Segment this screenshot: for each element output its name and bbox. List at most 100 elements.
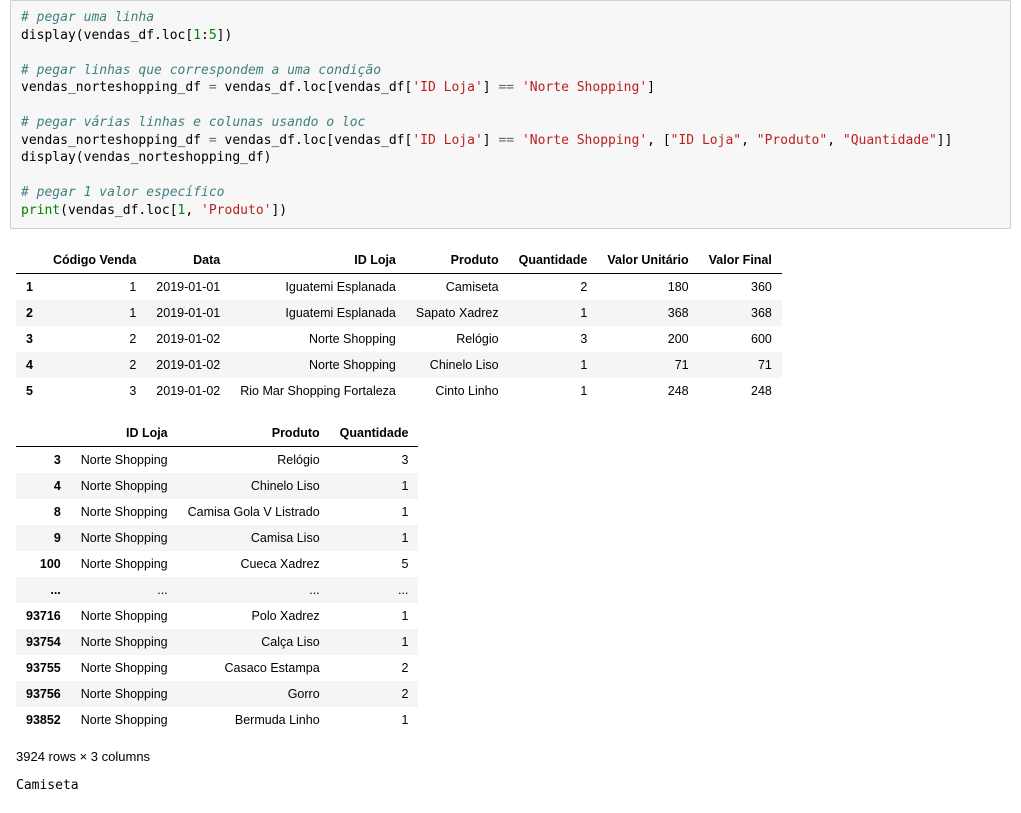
col-header: Valor Unitário xyxy=(597,247,698,274)
code-text: , xyxy=(827,133,843,148)
table-row: 422019-01-02Norte ShoppingChinelo Liso17… xyxy=(16,352,782,378)
row-index: ... xyxy=(16,577,71,603)
cell: 1 xyxy=(509,300,598,326)
table-row: 93755Norte ShoppingCasaco Estampa2 xyxy=(16,655,418,681)
code-string: 'Produto' xyxy=(201,203,271,218)
row-index: 93852 xyxy=(16,707,71,733)
code-string: "Produto" xyxy=(757,133,827,148)
cell: Norte Shopping xyxy=(71,499,178,525)
cell: 3 xyxy=(330,446,419,473)
row-index: 3 xyxy=(16,326,43,352)
row-index: 9 xyxy=(16,525,71,551)
cell: 2019-01-01 xyxy=(146,300,230,326)
cell: 1 xyxy=(43,273,146,300)
cell: 1 xyxy=(43,300,146,326)
cell: Gorro xyxy=(178,681,330,707)
table-row: 112019-01-01Iguatemi EsplanadaCamiseta21… xyxy=(16,273,782,300)
table-header-row: ID Loja Produto Quantidade xyxy=(16,420,418,447)
cell: 3 xyxy=(509,326,598,352)
cell: Sapato Xadrez xyxy=(406,300,509,326)
code-number: 1 xyxy=(193,28,201,43)
cell: 2019-01-02 xyxy=(146,378,230,404)
table-row: 93754Norte ShoppingCalça Liso1 xyxy=(16,629,418,655)
col-header: Produto xyxy=(178,420,330,447)
col-header: Valor Final xyxy=(699,247,782,274)
cell: 3 xyxy=(43,378,146,404)
cell: 2 xyxy=(330,681,419,707)
cell: 2019-01-02 xyxy=(146,352,230,378)
cell: ... xyxy=(71,577,178,603)
cell: Bermuda Linho xyxy=(178,707,330,733)
col-header: Data xyxy=(146,247,230,274)
code-number: 5 xyxy=(209,28,217,43)
cell: Norte Shopping xyxy=(71,655,178,681)
cell: 1 xyxy=(330,603,419,629)
cell: 1 xyxy=(330,499,419,525)
code-text: , xyxy=(185,203,201,218)
cell: 71 xyxy=(597,352,698,378)
index-header-blank xyxy=(16,420,71,447)
cell: Norte Shopping xyxy=(71,681,178,707)
row-index: 93756 xyxy=(16,681,71,707)
cell: 180 xyxy=(597,273,698,300)
cell: 2 xyxy=(43,352,146,378)
table-row: 93716Norte ShoppingPolo Xadrez1 xyxy=(16,603,418,629)
code-text: ]] xyxy=(937,133,953,148)
cell: ... xyxy=(178,577,330,603)
cell: 2019-01-02 xyxy=(146,326,230,352)
code-text: (vendas_df.loc[ xyxy=(60,203,177,218)
cell: 1 xyxy=(509,352,598,378)
cell: 600 xyxy=(699,326,782,352)
col-header: Código Venda xyxy=(43,247,146,274)
code-text: vendas_df.loc[vendas_df[ xyxy=(217,80,413,95)
cell: 368 xyxy=(597,300,698,326)
cell: Norte Shopping xyxy=(71,629,178,655)
code-string: "Quantidade" xyxy=(843,133,937,148)
table-row: 212019-01-01Iguatemi EsplanadaSapato Xad… xyxy=(16,300,782,326)
table-row: 93852Norte ShoppingBermuda Linho1 xyxy=(16,707,418,733)
code-text: ] xyxy=(483,80,499,95)
row-index: 93755 xyxy=(16,655,71,681)
index-header-blank xyxy=(16,247,43,274)
cell: 2 xyxy=(330,655,419,681)
table-row: 3Norte ShoppingRelógio3 xyxy=(16,446,418,473)
code-text xyxy=(514,80,522,95)
output-table-2: ID Loja Produto Quantidade 3 Norte Shoppi… xyxy=(16,420,418,733)
cell: Chinelo Liso xyxy=(178,473,330,499)
row-index: 1 xyxy=(16,273,43,300)
row-index: 8 xyxy=(16,499,71,525)
table-row: 8Norte ShoppingCamisa Gola V Listrado1 xyxy=(16,499,418,525)
row-index: 93716 xyxy=(16,603,71,629)
cell: Camisa Liso xyxy=(178,525,330,551)
code-text: : xyxy=(201,28,209,43)
code-text: ]) xyxy=(271,203,287,218)
cell: Norte Shopping xyxy=(230,326,406,352)
row-index: 2 xyxy=(16,300,43,326)
cell: ... xyxy=(330,577,419,603)
cell: Norte Shopping xyxy=(71,473,178,499)
cell: 71 xyxy=(699,352,782,378)
code-text: ]) xyxy=(217,28,233,43)
table-row: 93756Norte ShoppingGorro2 xyxy=(16,681,418,707)
row-index: 100 xyxy=(16,551,71,577)
code-string: 'Norte Shopping' xyxy=(522,133,647,148)
cell: Norte Shopping xyxy=(71,446,178,473)
cell: Chinelo Liso xyxy=(406,352,509,378)
cell: 1 xyxy=(330,525,419,551)
cell: Norte Shopping xyxy=(71,525,178,551)
cell: 2 xyxy=(509,273,598,300)
row-index: 5 xyxy=(16,378,43,404)
code-text: , [ xyxy=(647,133,670,148)
code-operator: = xyxy=(209,133,217,148)
row-index: 4 xyxy=(16,473,71,499)
col-header: Quantidade xyxy=(330,420,419,447)
cell: Camisa Gola V Listrado xyxy=(178,499,330,525)
cell: Norte Shopping xyxy=(71,551,178,577)
cell: Relógio xyxy=(178,446,330,473)
code-string: 'ID Loja' xyxy=(412,80,482,95)
cell: Calça Liso xyxy=(178,629,330,655)
table-row: 9Norte ShoppingCamisa Liso1 xyxy=(16,525,418,551)
cell: Casaco Estampa xyxy=(178,655,330,681)
cell: 1 xyxy=(330,629,419,655)
code-operator: == xyxy=(498,80,514,95)
